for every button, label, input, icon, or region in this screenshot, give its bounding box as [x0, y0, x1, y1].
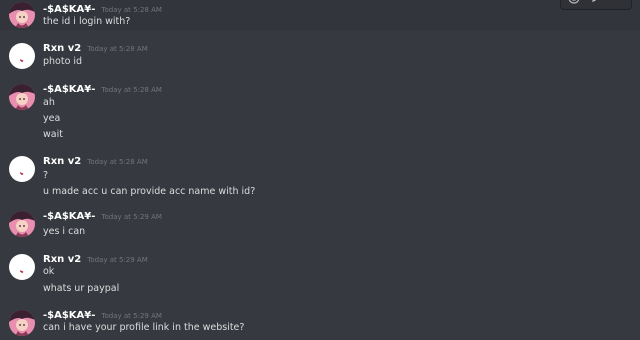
- username[interactable]: Rxn v2: [43, 254, 81, 265]
- timestamp: Today at 5:28 AM: [101, 6, 162, 14]
- anime-avatar-icon: [9, 310, 35, 336]
- timestamp: Today at 5:28 AM: [101, 86, 162, 94]
- username[interactable]: -$A$KA¥-: [43, 4, 95, 15]
- user-avatar[interactable]: [9, 254, 35, 280]
- username[interactable]: -$A$KA¥-: [43, 84, 95, 95]
- username[interactable]: -$A$KA¥-: [43, 310, 95, 321]
- message-text: whats ur paypal: [43, 283, 120, 294]
- user-avatar[interactable]: [9, 156, 35, 182]
- user-avatar[interactable]: [9, 2, 35, 28]
- user-avatar[interactable]: [9, 84, 35, 110]
- timestamp: Today at 5:28 AM: [87, 45, 148, 53]
- message-text: the id i login with?: [43, 16, 131, 27]
- username[interactable]: Rxn v2: [43, 156, 81, 167]
- timestamp: Today at 5:29 AM: [101, 213, 162, 221]
- more-icon[interactable]: [609, 0, 627, 7]
- message-text: u made acc u can provide acc name with i…: [43, 186, 256, 197]
- username[interactable]: Rxn v2: [43, 43, 81, 54]
- white-avatar-icon: [9, 156, 35, 182]
- edit-icon[interactable]: [587, 0, 605, 7]
- message-toolbar: [560, 0, 632, 10]
- message-text: yes i can: [43, 226, 86, 237]
- user-avatar[interactable]: [9, 43, 35, 69]
- message-text: photo id: [43, 56, 83, 67]
- user-avatar[interactable]: [9, 310, 35, 336]
- message-text: yea: [43, 113, 61, 124]
- white-avatar-icon: [9, 43, 35, 69]
- anime-avatar-icon: [9, 211, 35, 237]
- message-text: ah: [43, 97, 55, 108]
- timestamp: Today at 5:28 AM: [87, 158, 148, 166]
- message-text: ok: [43, 266, 55, 277]
- anime-avatar-icon: [9, 84, 35, 110]
- white-avatar-icon: [9, 254, 35, 280]
- username[interactable]: -$A$KA¥-: [43, 211, 95, 222]
- message-text: ?: [43, 170, 49, 181]
- emoji-icon[interactable]: [565, 0, 583, 7]
- message-text: can i have your profile link in the webs…: [43, 322, 245, 333]
- anime-avatar-icon: [9, 2, 35, 28]
- timestamp: Today at 5:29 AM: [101, 312, 162, 320]
- timestamp: Today at 5:29 AM: [87, 256, 148, 264]
- user-avatar[interactable]: [9, 211, 35, 237]
- message-text: wait: [43, 129, 63, 140]
